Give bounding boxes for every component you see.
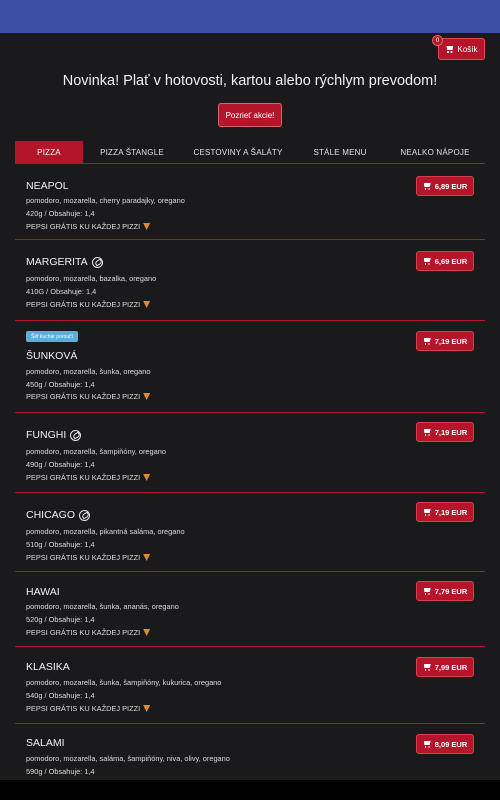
item-pepsi-promo: PEPSI GRÁTIS KU KAŽDEJ PIZZI bbox=[26, 628, 151, 637]
promo-button[interactable]: Pozrieť akcie! bbox=[218, 103, 282, 127]
pizza-icon bbox=[143, 223, 151, 230]
menu-item: KLASIKA pomodoro, mozarella, šunka, šamp… bbox=[15, 657, 485, 741]
item-name: MARGERITA bbox=[26, 256, 103, 268]
item-info: 410G / Obsahuje: 1,4 bbox=[26, 287, 97, 296]
add-to-cart-button[interactable]: 7,99 EUR bbox=[416, 657, 474, 677]
category-tabs: PIZZA PIZZA ŠTANGLE CESTOVINY A ŠALÁTY S… bbox=[15, 141, 485, 164]
divider bbox=[15, 571, 485, 572]
item-name: HAWAI bbox=[26, 586, 60, 598]
pizza-icon bbox=[143, 474, 151, 481]
pizza-icon bbox=[143, 393, 151, 400]
chef-recommends-badge: Šéf kuchár poroučí bbox=[26, 331, 78, 342]
pizza-icon bbox=[143, 301, 151, 308]
tab-nealko-napoje[interactable]: NEALKO NÁPOJE bbox=[385, 141, 485, 164]
menu-item: CHICAGO pomodoro, mozarella, pikantná sa… bbox=[15, 502, 485, 587]
cart-count-badge: 0 bbox=[432, 35, 443, 46]
divider bbox=[15, 320, 485, 321]
item-name: FUNGHI bbox=[26, 429, 82, 441]
menu-item: FUNGHI pomodoro, mozarella, šampiňóny, o… bbox=[15, 422, 485, 508]
item-info: 420g / Obsahuje: 1,4 bbox=[26, 209, 95, 218]
add-to-cart-button[interactable]: 6,89 EUR bbox=[416, 176, 474, 196]
spicy-icon bbox=[79, 509, 91, 521]
add-to-cart-button[interactable]: 7,19 EUR bbox=[416, 502, 474, 522]
cart-icon bbox=[423, 508, 432, 516]
item-pepsi-promo: PEPSI GRÁTIS KU KAŽDEJ PIZZI bbox=[26, 704, 151, 713]
item-info: 450g / Obsahuje: 1,4 bbox=[26, 380, 95, 389]
cart-icon bbox=[423, 663, 432, 671]
menu-item: HAWAI pomodoro, mozarella, šunka, ananás… bbox=[15, 581, 485, 665]
item-ingredients: pomodoro, mozarella, šunka, šampiňóny, k… bbox=[26, 678, 222, 687]
item-name: CHICAGO bbox=[26, 509, 91, 521]
item-ingredients: pomodoro, mozarella, šunka, oregano bbox=[26, 367, 151, 376]
item-info: 490g / Obsahuje: 1,4 bbox=[26, 460, 95, 469]
menu-item: NEAPOL pomodoro, mozarella, cherry parad… bbox=[15, 173, 485, 257]
item-ingredients: pomodoro, mozarella, cherry paradajky, o… bbox=[26, 196, 185, 205]
item-ingredients: pomodoro, mozarella, saláma, šampiňóny, … bbox=[26, 754, 230, 763]
pizza-icon bbox=[143, 705, 151, 712]
cart-icon bbox=[445, 45, 454, 53]
page-headline: Novinka! Plať v hotovosti, kartou alebo … bbox=[62, 73, 438, 89]
cart-label: Košík bbox=[457, 44, 478, 54]
divider bbox=[15, 646, 485, 647]
item-info: 510g / Obsahuje: 1,4 bbox=[26, 540, 95, 549]
pizza-icon bbox=[143, 629, 151, 636]
cart-icon bbox=[423, 740, 432, 748]
add-to-cart-button[interactable]: 8,09 EUR bbox=[416, 734, 474, 754]
item-ingredients: pomodoro, mozarella, pikantná saláma, or… bbox=[26, 527, 185, 536]
item-ingredients: pomodoro, mozarella, bazalka, oregano bbox=[26, 274, 157, 283]
item-name: ŠUNKOVÁ bbox=[26, 350, 78, 362]
item-ingredients: pomodoro, mozarella, šampiňóny, oregano bbox=[26, 447, 166, 456]
item-pepsi-promo: PEPSI GRÁTIS KU KAŽDEJ PIZZI bbox=[26, 392, 151, 401]
menu-item: SALAMI pomodoro, mozarella, saláma, šamp… bbox=[15, 733, 485, 780]
item-pepsi-promo: PEPSI GRÁTIS KU KAŽDEJ PIZZI bbox=[26, 553, 151, 562]
item-info: 540g / Obsahuje: 1,4 bbox=[26, 691, 95, 700]
add-to-cart-button[interactable]: 7,19 EUR bbox=[416, 331, 474, 351]
vegetarian-icon bbox=[70, 429, 82, 441]
add-to-cart-button[interactable]: 7,79 EUR bbox=[416, 581, 474, 601]
cart-icon bbox=[423, 257, 432, 265]
item-name: NEAPOL bbox=[26, 180, 69, 192]
item-pepsi-promo: PEPSI GRÁTIS KU KAŽDEJ PIZZI bbox=[26, 300, 151, 309]
cart-icon bbox=[423, 587, 432, 595]
top-app-bar bbox=[0, 0, 500, 33]
add-to-cart-button[interactable]: 7,19 EUR bbox=[416, 422, 474, 442]
menu-item: Šéf kuchár poroučí ŠUNKOVÁ pomodoro, moz… bbox=[15, 330, 485, 414]
add-to-cart-button[interactable]: 6,69 EUR bbox=[416, 251, 474, 271]
item-name: SALAMI bbox=[26, 737, 65, 749]
bottom-bar bbox=[0, 780, 500, 800]
divider bbox=[15, 723, 485, 724]
menu-page: Košík 0 Novinka! Plať v hotovosti, karto… bbox=[0, 33, 500, 780]
cart-button[interactable]: Košík bbox=[438, 38, 485, 60]
divider bbox=[15, 492, 485, 493]
tab-cestoviny-salaty[interactable]: CESTOVINY A ŠALÁTY bbox=[181, 141, 295, 164]
menu-item: MARGERITA pomodoro, mozarella, bazalka, … bbox=[15, 251, 485, 335]
cart-icon bbox=[423, 428, 432, 436]
cart-icon bbox=[423, 337, 432, 345]
tab-pizza[interactable]: PIZZA bbox=[15, 141, 83, 164]
item-info: 520g / Obsahuje: 1,4 bbox=[26, 615, 95, 624]
tab-pizza-stangle[interactable]: PIZZA ŠTANGLE bbox=[83, 141, 181, 164]
item-ingredients: pomodoro, mozarella, šunka, ananás, oreg… bbox=[26, 602, 179, 611]
cart-icon bbox=[423, 182, 432, 190]
divider bbox=[15, 239, 485, 240]
pizza-icon bbox=[143, 554, 151, 561]
item-pepsi-promo: PEPSI GRÁTIS KU KAŽDEJ PIZZI bbox=[26, 473, 151, 482]
item-pepsi-promo: PEPSI GRÁTIS KU KAŽDEJ PIZZI bbox=[26, 222, 151, 231]
divider bbox=[15, 412, 485, 413]
vegetarian-icon bbox=[91, 256, 103, 268]
item-info: 590g / Obsahuje: 1,4 bbox=[26, 767, 95, 776]
tab-stale-menu[interactable]: STÁLE MENU bbox=[295, 141, 385, 164]
item-name: KLASIKA bbox=[26, 661, 70, 673]
